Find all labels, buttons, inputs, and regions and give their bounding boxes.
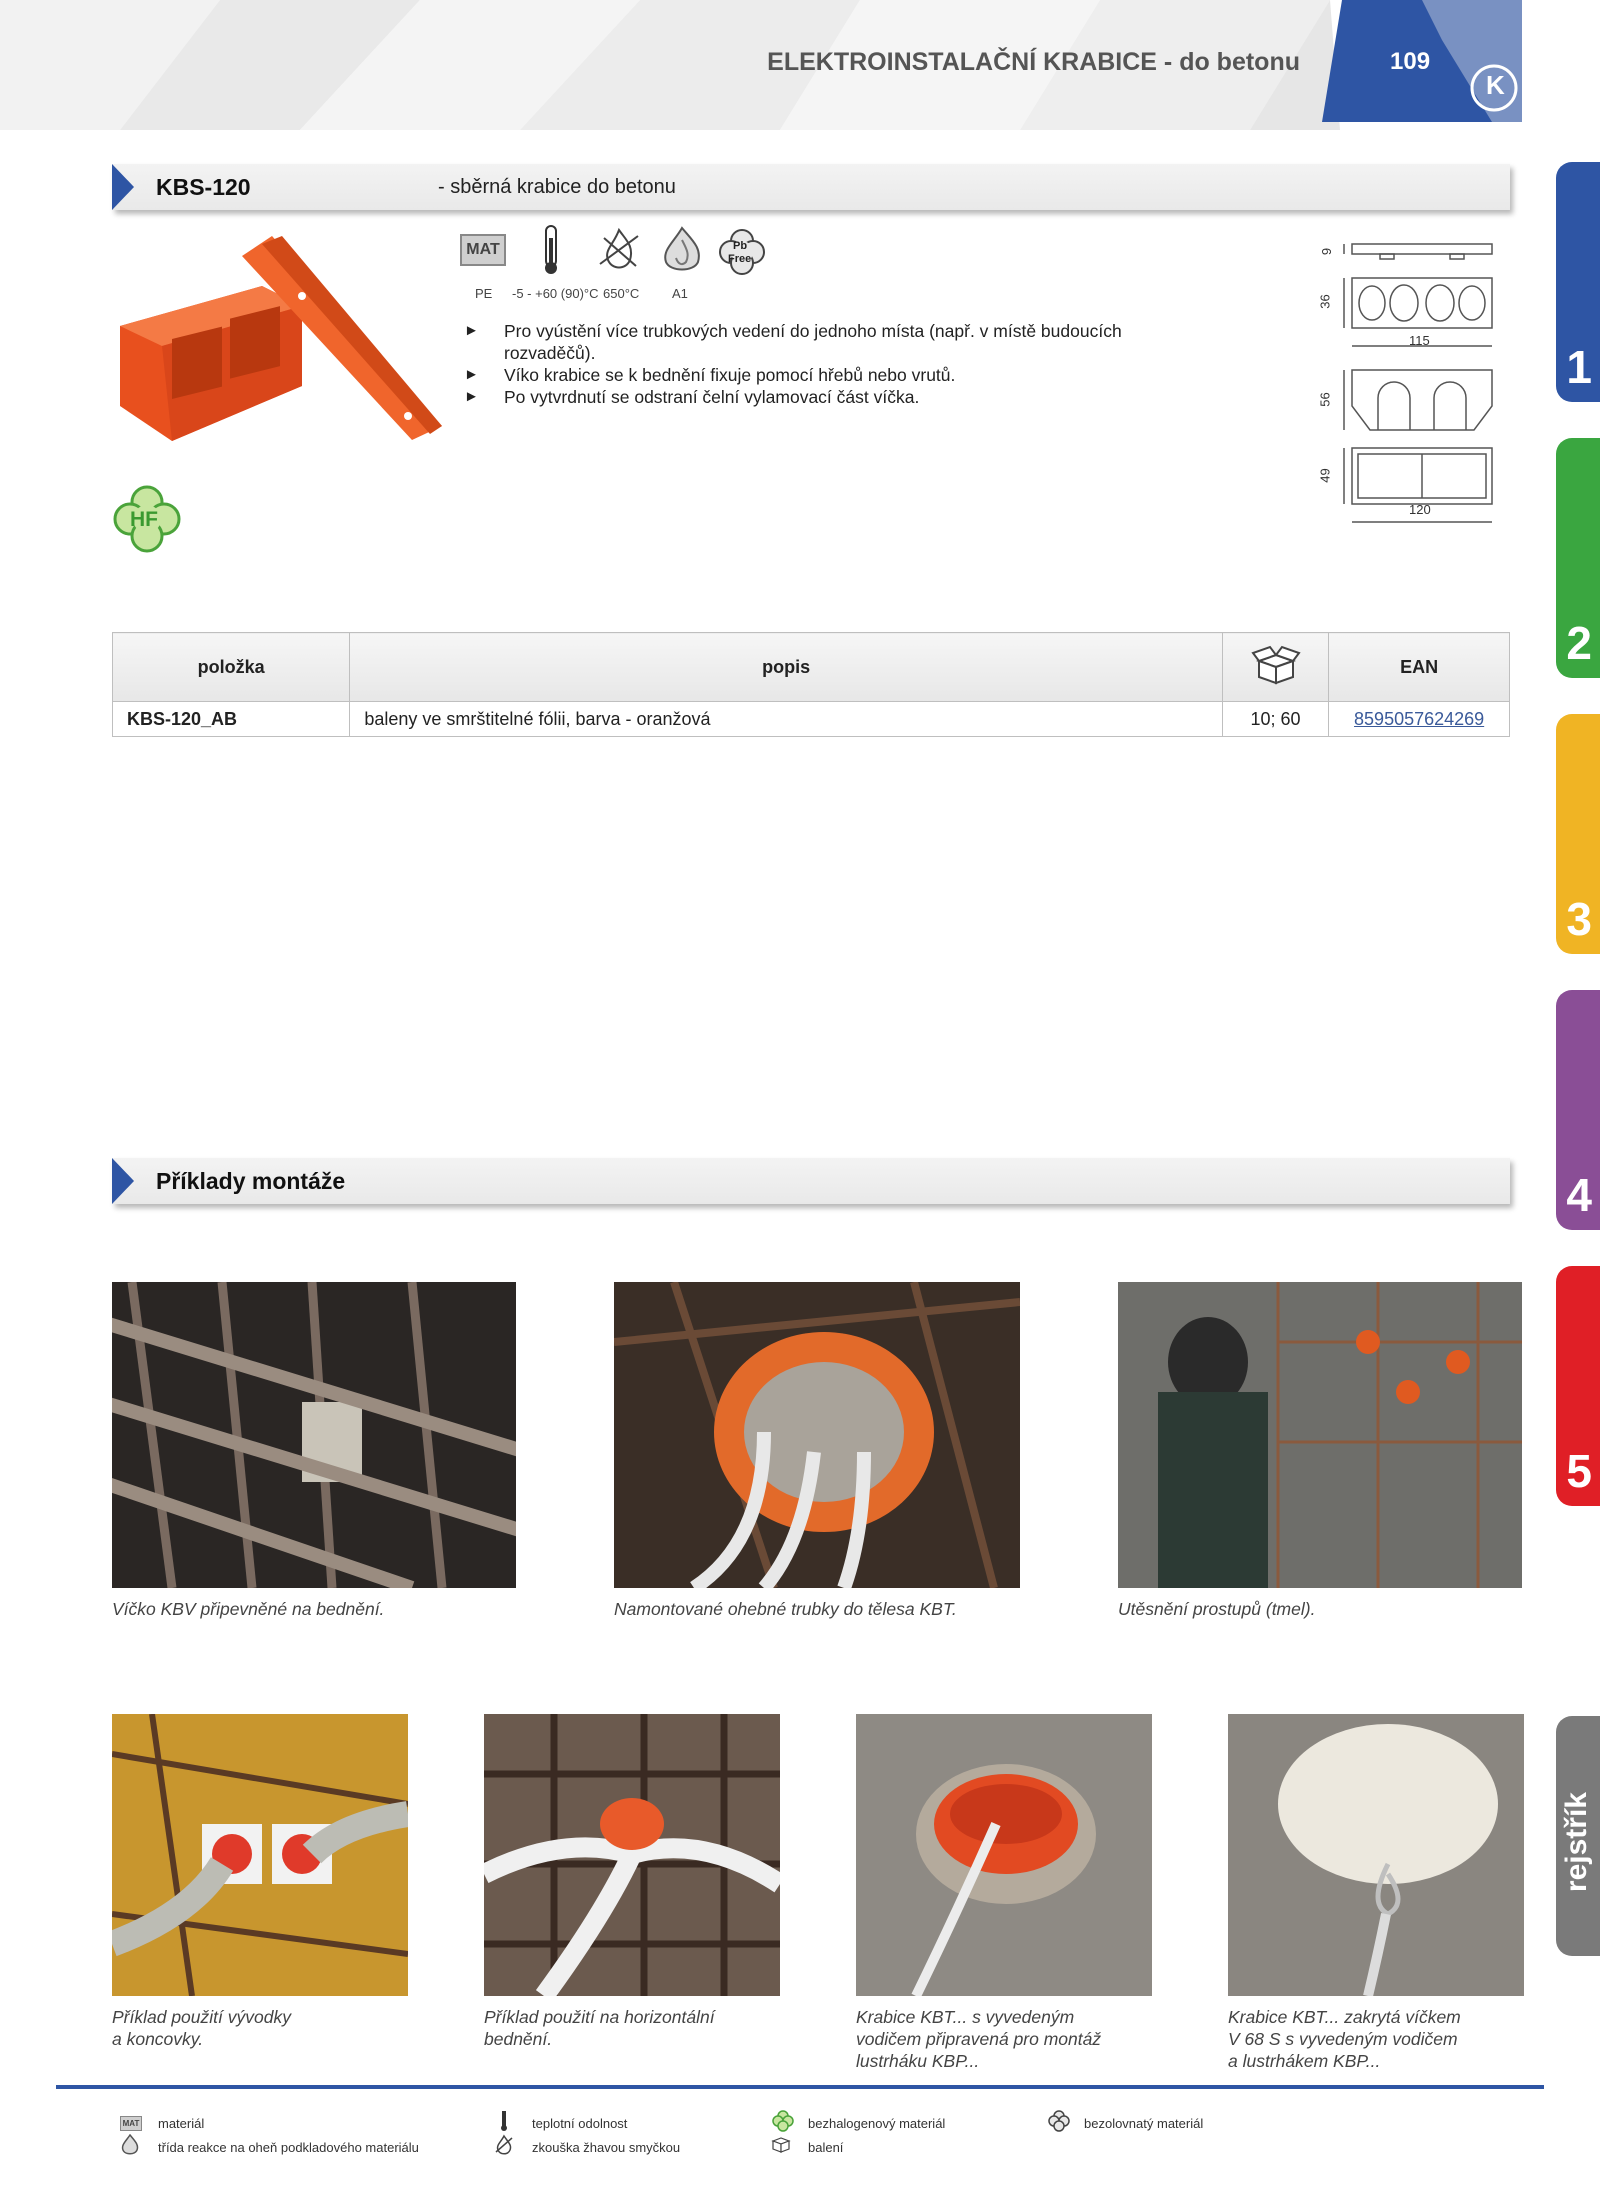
company-logo-letter: K [1486, 70, 1505, 100]
feature-list: Pro vyústění více trubkových vedení do j… [464, 320, 1184, 408]
cell-pack: 10; 60 [1221, 701, 1330, 737]
legend-lead-free-icon [1048, 2110, 1070, 2132]
legend-lead-free: bezolovnatý materiál [1084, 2116, 1204, 2131]
example-caption-4: Příklad použití vývodky a koncovky. [112, 2007, 291, 2049]
example-photo-1 [112, 1282, 516, 1588]
box-icon [1250, 645, 1301, 684]
product-image [120, 236, 442, 441]
feature-item: Víko krabice se k bednění fixuje pomocí … [464, 364, 1184, 386]
legend-temperature: teplotní odolnost [532, 2116, 628, 2131]
lead-free-icon [719, 229, 765, 275]
dim-label: 49 [1317, 468, 1333, 483]
thermometer-icon [545, 225, 557, 274]
chapter-tab-4[interactable]: 4 [1556, 990, 1600, 1230]
product-code: KBS-120 [156, 174, 251, 200]
example-caption-1: Víčko KBV připevněné na bednění. [112, 1599, 385, 1619]
section-arrow-icon [112, 164, 134, 210]
technical-drawing [1343, 243, 1493, 523]
example-photo-3 [1118, 1282, 1522, 1588]
glow-wire-icon [599, 227, 639, 269]
example-photo-7 [1228, 1714, 1524, 1996]
section-arrow-icon [112, 1158, 134, 1204]
example-caption-3: Utěsnění prostupů (tmel). [1118, 1599, 1316, 1619]
cell-item: KBS-120_AB [111, 701, 351, 737]
flame-reaction-icon [664, 226, 700, 271]
lead-free-free: Free [728, 253, 752, 265]
col-header-item: položka [111, 632, 351, 702]
table-row: KBS-120_AB baleny ve smrštitelné fólii, … [111, 701, 1510, 737]
ean-link[interactable]: 8595057624269 [1354, 709, 1484, 729]
example-caption-7: Krabice KBT... zakrytá víčkem V 68 S s v… [1228, 2007, 1461, 2071]
material-icon: MAT [460, 234, 506, 266]
examples-title: Příklady montáže [156, 1168, 346, 1194]
example-photo-2 [614, 1282, 1020, 1588]
legend-packaging: balení [808, 2140, 844, 2155]
dim-label: 56 [1317, 392, 1333, 407]
example-photo-4 [112, 1714, 408, 1996]
chapter-tab-2[interactable]: 2 [1556, 438, 1600, 678]
chapter-tab-index[interactable]: rejstřík [1556, 1716, 1600, 1956]
page-header-title: ELEKTROINSTALAČNÍ KRABICE - do betonu [767, 48, 1300, 76]
glow-wire-caption: 650°C [603, 286, 640, 301]
chapter-tab-5[interactable]: 5 [1556, 1266, 1600, 1506]
legend-glow-wire-icon [495, 2134, 513, 2155]
cell-desc: baleny ve smrštitelné fólii, barva - ora… [349, 701, 1223, 737]
lead-free-pb: Pb [733, 240, 748, 252]
footer-divider [56, 2085, 1544, 2089]
legend-hf-icon [772, 2110, 794, 2132]
col-header-pack [1221, 632, 1330, 702]
legend-halogen-free: bezhalogenový materiál [808, 2116, 946, 2131]
dim-label: 36 [1317, 294, 1333, 309]
legend-material-icon: MAT [120, 2116, 142, 2131]
example-caption-2: Namontované ohebné trubky do tělesa KBT. [614, 1599, 957, 1619]
feature-item: Po vytvrdnutí se odstraní čelní vylamova… [464, 386, 1184, 408]
col-header-desc: popis [349, 632, 1223, 702]
product-table: položka popis EAN KBS-120_AB baleny ve s… [111, 632, 1510, 737]
chapter-tab-3[interactable]: 3 [1556, 714, 1600, 954]
dim-label: 9 [1319, 247, 1335, 256]
dim-label: 120 [1409, 502, 1431, 517]
page-number: 109 [1390, 48, 1431, 75]
product-section-bar [112, 164, 1510, 210]
product-description: - sběrná krabice do betonu [438, 176, 676, 198]
table-header-row: položka popis EAN [111, 632, 1510, 702]
temperature-caption: -5 - +60 (90)°C [512, 286, 599, 301]
dim-label: 115 [1409, 333, 1430, 348]
flame-reaction-caption: A1 [672, 286, 688, 301]
legend-flame-icon [121, 2134, 139, 2155]
col-header-ean: EAN [1328, 632, 1510, 702]
legend-flame-reaction: třída reakce na oheň podkladového materi… [158, 2140, 419, 2155]
example-photo-6 [856, 1714, 1152, 1996]
legend-box-icon [771, 2137, 791, 2153]
hf-badge-label: HF [130, 508, 158, 531]
example-photo-5 [484, 1714, 780, 1996]
feature-item: Pro vyústění více trubkových vedení do j… [464, 320, 1184, 364]
material-caption: PE [475, 286, 493, 301]
example-caption-6: Krabice KBT... s vyvedeným vodičem připr… [856, 2007, 1102, 2071]
chapter-tab-1[interactable]: 1 [1556, 162, 1600, 402]
legend-material: materiál [158, 2116, 205, 2131]
legend-glow-wire: zkouška žhavou smyčkou [532, 2140, 681, 2155]
legend-thermometer-icon [501, 2111, 507, 2131]
example-caption-5: Příklad použití na horizontální bednění. [484, 2007, 715, 2049]
